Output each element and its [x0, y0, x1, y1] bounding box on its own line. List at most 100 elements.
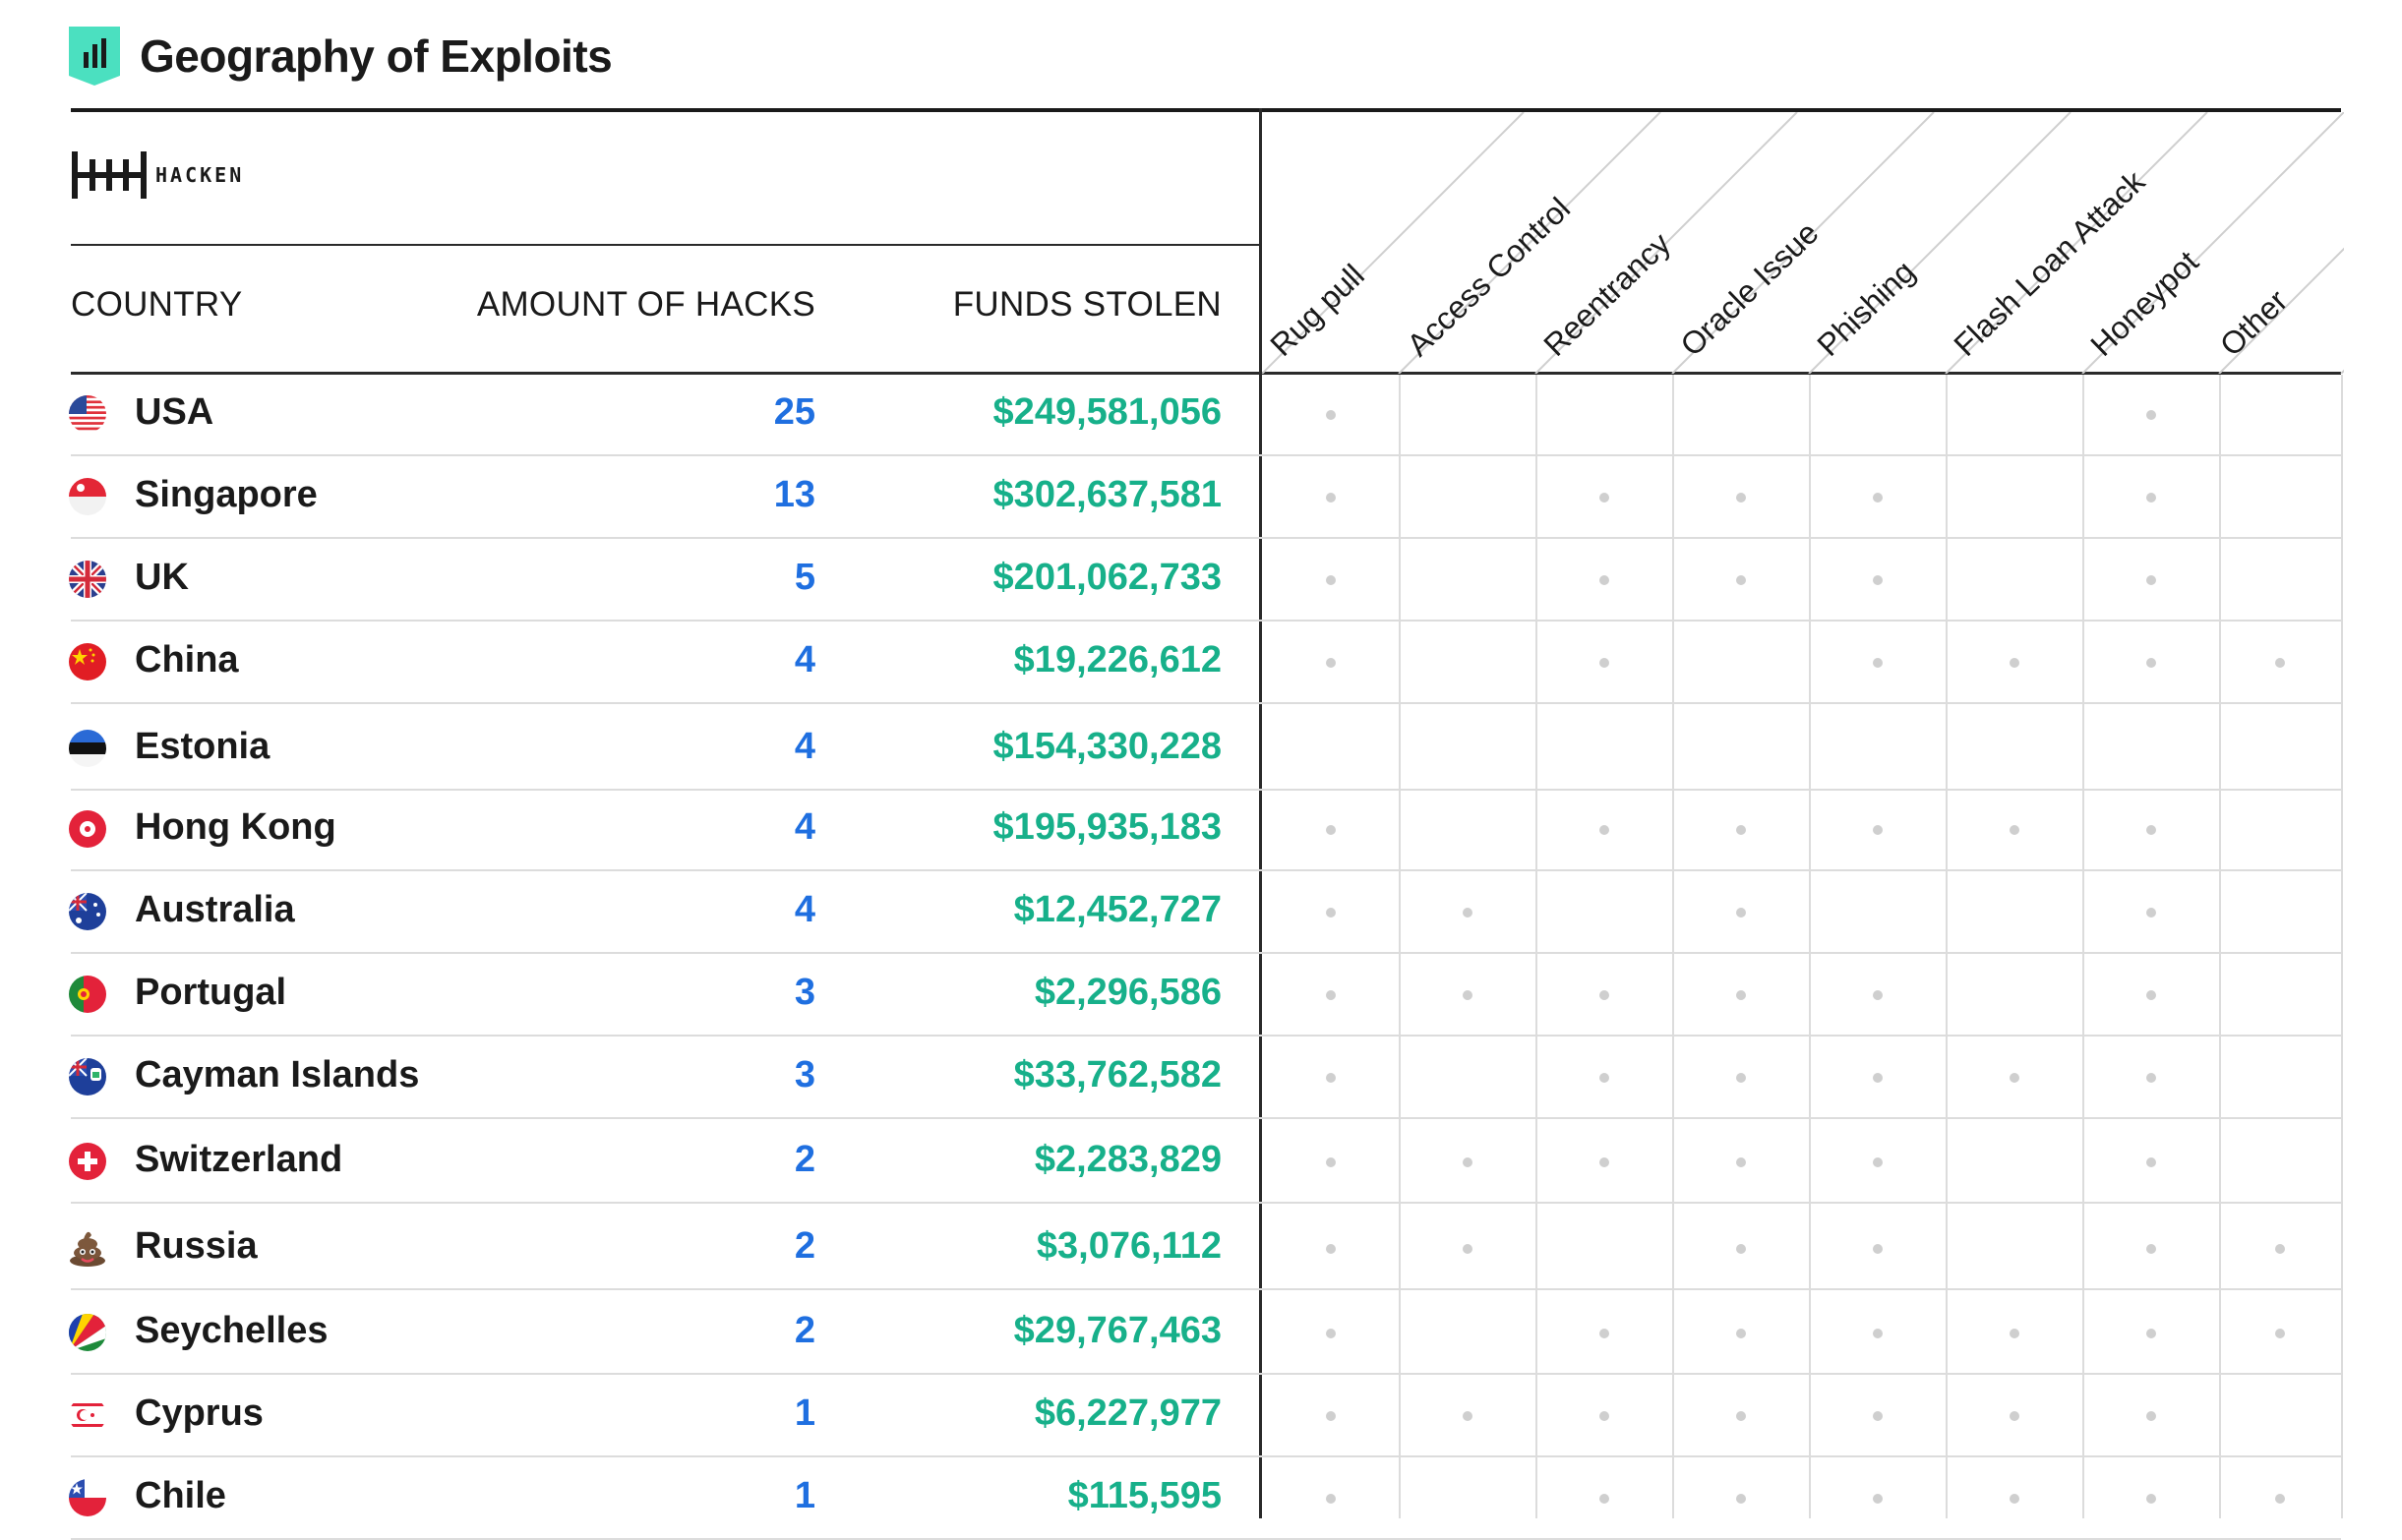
attack-type-dot — [2009, 1329, 2019, 1338]
hacks-count: 2 — [794, 1139, 815, 1180]
attack-type-dot — [2275, 1494, 2285, 1504]
hacks-count: 5 — [794, 557, 815, 598]
table-row: Portugal 3 $2,296,586 — [0, 955, 2402, 1037]
attack-type-dot — [1735, 825, 1746, 835]
row-divider — [71, 869, 2341, 871]
hacks-count: 4 — [794, 639, 815, 681]
attack-type-dot — [1598, 1329, 1609, 1338]
attack-type-dot — [1598, 1411, 1609, 1421]
attack-type-dot — [1325, 410, 1336, 420]
hacks-count: 4 — [794, 889, 815, 930]
hacks-count: 3 — [794, 1054, 815, 1096]
page-title: Geography of Exploits — [140, 30, 613, 82]
attack-type-dot — [1325, 493, 1336, 503]
country-name: Estonia — [135, 726, 270, 767]
attack-type-dot — [1325, 990, 1336, 1000]
attack-type-dot — [1462, 908, 1472, 918]
country-name: Seychelles — [135, 1310, 329, 1351]
table-row: USA 25 $249,581,056 — [0, 375, 2402, 456]
funds-stolen: $6,227,977 — [1034, 1392, 1222, 1434]
attack-type-dot — [1598, 1157, 1609, 1167]
cayman-flag-icon — [69, 1058, 106, 1096]
attack-type-dot — [1462, 1244, 1472, 1254]
attack-type-dot — [1735, 1073, 1746, 1083]
column-header-hacks: AMOUNT OF HACKS — [476, 285, 815, 324]
diagonal-header-line — [2340, 369, 2344, 374]
attack-type-dot — [2145, 493, 2156, 503]
table-row: Chile 1 $115,595 — [0, 1458, 2402, 1540]
column-header-funds: FUNDS STOLEN — [952, 285, 1222, 324]
attack-type-dot — [1872, 1157, 1883, 1167]
attack-type-dot — [1872, 990, 1883, 1000]
funds-stolen: $33,762,582 — [1013, 1054, 1222, 1096]
hacks-count: 13 — [773, 474, 815, 515]
attack-type-dot — [2145, 1494, 2156, 1504]
attack-type-dot — [1872, 658, 1883, 668]
attack-type-dot — [1872, 1244, 1883, 1254]
country-name: Cyprus — [135, 1392, 264, 1434]
row-divider — [71, 1035, 2341, 1037]
row-divider — [71, 1202, 2341, 1204]
funds-stolen: $201,062,733 — [992, 557, 1222, 598]
hongkong-flag-icon — [69, 810, 106, 848]
chile-flag-icon — [69, 1479, 106, 1516]
attack-type-dot — [1735, 1411, 1746, 1421]
country-name: Switzerland — [135, 1139, 343, 1180]
attack-type-dot — [2145, 575, 2156, 585]
table-row: Singapore 13 $302,637,581 — [0, 457, 2402, 539]
funds-stolen: $2,283,829 — [1034, 1139, 1222, 1180]
attack-type-dot — [1325, 1073, 1336, 1083]
attack-type-dot — [1735, 908, 1746, 918]
table-row: Cyprus 1 $6,227,977 — [0, 1376, 2402, 1457]
funds-stolen: $115,595 — [1067, 1475, 1222, 1516]
russia-flag-icon — [69, 1229, 106, 1267]
attack-type-dot — [1598, 658, 1609, 668]
country-name: Portugal — [135, 972, 287, 1013]
attack-type-dot — [1462, 1157, 1472, 1167]
attack-type-dot — [2145, 1329, 2156, 1338]
table-row: Australia 4 $12,452,727 — [0, 872, 2402, 954]
attack-type-dot — [2145, 1411, 2156, 1421]
hacks-count: 1 — [794, 1475, 815, 1516]
attack-type-dot — [2009, 1494, 2019, 1504]
seychelles-flag-icon — [69, 1314, 106, 1351]
attack-type-dot — [2145, 410, 2156, 420]
column-header-country: COUNTRY — [71, 285, 243, 324]
table-row: Cayman Islands 3 $33,762,582 — [0, 1037, 2402, 1119]
attack-type-label: Reentrancy — [1536, 225, 1677, 363]
row-divider — [71, 620, 2341, 622]
attack-type-dot — [2145, 658, 2156, 668]
attack-type-dot — [2009, 825, 2019, 835]
bar-chart-icon — [69, 27, 120, 86]
hacks-count: 4 — [794, 726, 815, 767]
attack-type-label: Rug pull — [1263, 258, 1370, 363]
attack-type-dot — [2145, 1157, 2156, 1167]
attack-type-label: Honeypot — [2083, 244, 2205, 363]
attack-type-dot — [1325, 1494, 1336, 1504]
row-divider — [71, 454, 2341, 456]
attack-type-dot — [1598, 990, 1609, 1000]
attack-type-dot — [2145, 908, 2156, 918]
attack-type-dot — [1598, 1494, 1609, 1504]
attack-type-dot — [1598, 493, 1609, 503]
usa-flag-icon — [69, 395, 106, 433]
attack-type-label: Phishing — [1810, 254, 1921, 363]
row-divider — [71, 1373, 2341, 1375]
attack-type-dot — [1872, 1073, 1883, 1083]
hacks-count: 3 — [794, 972, 815, 1013]
attack-type-dot — [2145, 1244, 2156, 1254]
attack-type-dot — [1325, 908, 1336, 918]
hacken-logo: HACKEN — [71, 149, 244, 201]
singapore-flag-icon — [69, 478, 106, 515]
logo-divider — [71, 244, 1261, 246]
table-row: UK 5 $201,062,733 — [0, 540, 2402, 622]
hacks-count: 4 — [794, 806, 815, 848]
attack-type-dot — [1735, 990, 1746, 1000]
attack-type-dot — [2145, 825, 2156, 835]
cyprus-flag-icon — [69, 1396, 106, 1434]
hacks-count: 25 — [773, 391, 815, 433]
attack-type-dot — [1872, 1329, 1883, 1338]
funds-stolen: $249,581,056 — [992, 391, 1222, 433]
attack-type-dot — [1735, 575, 1746, 585]
attack-type-dot — [2145, 1073, 2156, 1083]
